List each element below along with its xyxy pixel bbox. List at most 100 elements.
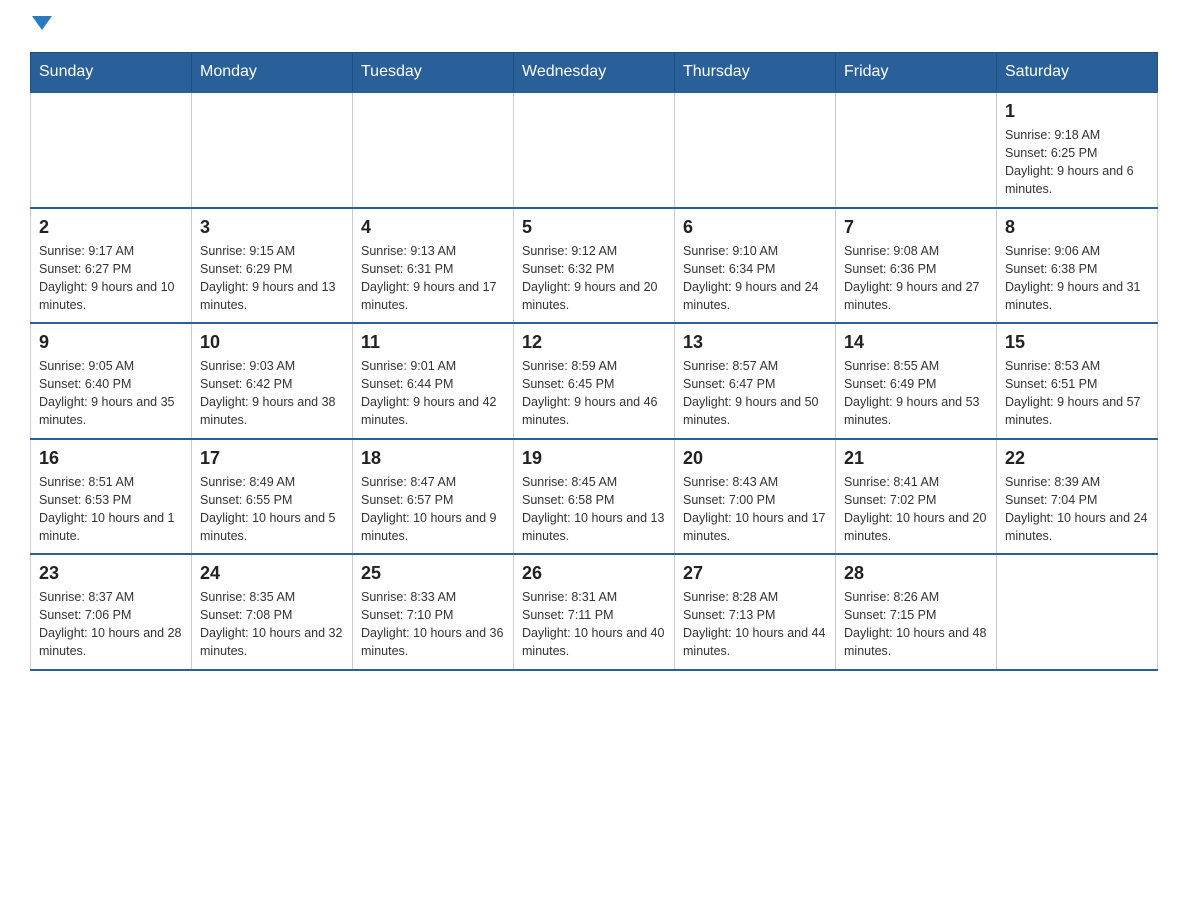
calendar-cell: 28Sunrise: 8:26 AMSunset: 7:15 PMDayligh… [836, 554, 997, 670]
day-number: 7 [844, 217, 988, 238]
calendar-cell [192, 92, 353, 208]
day-info: Sunrise: 9:12 AMSunset: 6:32 PMDaylight:… [522, 242, 666, 315]
calendar-cell: 13 Sunrise: 8:57 AMSunset: 6:47 PMDayligh… [675, 323, 836, 439]
calendar-table: SundayMondayTuesdayWednesdayThursdayFrid… [30, 52, 1158, 671]
day-number: 13 [683, 332, 827, 353]
calendar-cell [997, 554, 1158, 670]
day-number: 16 [39, 448, 183, 469]
day-info: Sunrise: 9:13 AMSunset: 6:31 PMDaylight:… [361, 242, 505, 315]
day-info: Sunrise: 8:33 AMSunset: 7:10 PMDaylight:… [361, 588, 505, 661]
calendar-cell: 18 Sunrise: 8:47 AMSunset: 6:57 PMDayligh… [353, 439, 514, 555]
day-info: Sunrise: 9:08 AMSunset: 6:36 PMDaylight:… [844, 242, 988, 315]
day-number: 28 [844, 563, 988, 584]
calendar-cell [31, 92, 192, 208]
page-header [30, 20, 1158, 34]
day-number: 5 [522, 217, 666, 238]
calendar-cell: 16 Sunrise: 8:51 AMSunset: 6:53 PMDayligh… [31, 439, 192, 555]
day-info: Sunrise: 8:28 AMSunset: 7:13 PMDaylight:… [683, 588, 827, 661]
day-number: 20 [683, 448, 827, 469]
calendar-cell [514, 92, 675, 208]
day-number: 17 [200, 448, 344, 469]
weekday-header-friday: Friday [836, 53, 997, 93]
day-info: Sunrise: 9:01 AMSunset: 6:44 PMDaylight:… [361, 357, 505, 430]
day-number: 2 [39, 217, 183, 238]
week-row-5: 23 Sunrise: 8:37 AMSunset: 7:06 PMDayligh… [31, 554, 1158, 670]
day-info: Sunrise: 8:37 AMSunset: 7:06 PMDaylight:… [39, 588, 183, 661]
day-number: 6 [683, 217, 827, 238]
calendar-cell: 14 Sunrise: 8:55 AMSunset: 6:49 PMDayligh… [836, 323, 997, 439]
day-number: 1 [1005, 101, 1149, 122]
weekday-header-wednesday: Wednesday [514, 53, 675, 93]
day-info: Sunrise: 9:03 AMSunset: 6:42 PMDaylight:… [200, 357, 344, 430]
day-info: Sunrise: 8:47 AMSunset: 6:57 PMDaylight:… [361, 473, 505, 546]
day-number: 12 [522, 332, 666, 353]
week-row-4: 16 Sunrise: 8:51 AMSunset: 6:53 PMDayligh… [31, 439, 1158, 555]
calendar-cell: 3Sunrise: 9:15 AMSunset: 6:29 PMDaylight… [192, 208, 353, 324]
day-number: 22 [1005, 448, 1149, 469]
day-number: 4 [361, 217, 505, 238]
day-info: Sunrise: 8:55 AMSunset: 6:49 PMDaylight:… [844, 357, 988, 430]
calendar-cell: 15 Sunrise: 8:53 AMSunset: 6:51 PMDayligh… [997, 323, 1158, 439]
calendar-cell: 17 Sunrise: 8:49 AMSunset: 6:55 PMDayligh… [192, 439, 353, 555]
day-number: 11 [361, 332, 505, 353]
day-number: 14 [844, 332, 988, 353]
day-info: Sunrise: 8:41 AMSunset: 7:02 PMDaylight:… [844, 473, 988, 546]
day-number: 27 [683, 563, 827, 584]
day-number: 21 [844, 448, 988, 469]
week-row-1: 1 Sunrise: 9:18 AMSunset: 6:25 PMDaylight… [31, 92, 1158, 208]
logo [30, 20, 52, 34]
weekday-header-row: SundayMondayTuesdayWednesdayThursdayFrid… [31, 53, 1158, 93]
day-info: Sunrise: 8:51 AMSunset: 6:53 PMDaylight:… [39, 473, 183, 546]
calendar-cell: 24 Sunrise: 8:35 AMSunset: 7:08 PMDayligh… [192, 554, 353, 670]
day-info: Sunrise: 9:06 AMSunset: 6:38 PMDaylight:… [1005, 242, 1149, 315]
logo-triangle-icon [32, 16, 52, 30]
calendar-cell: 22 Sunrise: 8:39 AMSunset: 7:04 PMDayligh… [997, 439, 1158, 555]
calendar-cell: 6 Sunrise: 9:10 AMSunset: 6:34 PMDaylight… [675, 208, 836, 324]
calendar-cell: 10 Sunrise: 9:03 AMSunset: 6:42 PMDayligh… [192, 323, 353, 439]
week-row-3: 9 Sunrise: 9:05 AMSunset: 6:40 PMDaylight… [31, 323, 1158, 439]
day-number: 10 [200, 332, 344, 353]
day-number: 23 [39, 563, 183, 584]
day-info: Sunrise: 8:39 AMSunset: 7:04 PMDaylight:… [1005, 473, 1149, 546]
day-info: Sunrise: 9:10 AMSunset: 6:34 PMDaylight:… [683, 242, 827, 315]
day-number: 25 [361, 563, 505, 584]
day-number: 15 [1005, 332, 1149, 353]
weekday-header-tuesday: Tuesday [353, 53, 514, 93]
day-info: Sunrise: 8:49 AMSunset: 6:55 PMDaylight:… [200, 473, 344, 546]
day-info: Sunrise: 8:35 AMSunset: 7:08 PMDaylight:… [200, 588, 344, 661]
day-info: Sunrise: 8:57 AMSunset: 6:47 PMDaylight:… [683, 357, 827, 430]
calendar-cell: 7 Sunrise: 9:08 AMSunset: 6:36 PMDaylight… [836, 208, 997, 324]
calendar-cell: 23 Sunrise: 8:37 AMSunset: 7:06 PMDayligh… [31, 554, 192, 670]
day-info: Sunrise: 9:18 AMSunset: 6:25 PMDaylight:… [1005, 126, 1149, 199]
calendar-cell [836, 92, 997, 208]
calendar-cell: 21 Sunrise: 8:41 AMSunset: 7:02 PMDayligh… [836, 439, 997, 555]
calendar-cell: 8 Sunrise: 9:06 AMSunset: 6:38 PMDaylight… [997, 208, 1158, 324]
calendar-cell: 4 Sunrise: 9:13 AMSunset: 6:31 PMDaylight… [353, 208, 514, 324]
day-info: Sunrise: 9:17 AMSunset: 6:27 PMDaylight:… [39, 242, 183, 315]
day-number: 18 [361, 448, 505, 469]
calendar-cell: 25 Sunrise: 8:33 AMSunset: 7:10 PMDayligh… [353, 554, 514, 670]
day-number: 26 [522, 563, 666, 584]
day-info: Sunrise: 9:05 AMSunset: 6:40 PMDaylight:… [39, 357, 183, 430]
day-number: 8 [1005, 217, 1149, 238]
week-row-2: 2 Sunrise: 9:17 AMSunset: 6:27 PMDaylight… [31, 208, 1158, 324]
calendar-cell: 11 Sunrise: 9:01 AMSunset: 6:44 PMDayligh… [353, 323, 514, 439]
day-info: Sunrise: 8:43 AMSunset: 7:00 PMDaylight:… [683, 473, 827, 546]
calendar-cell: 27 Sunrise: 8:28 AMSunset: 7:13 PMDayligh… [675, 554, 836, 670]
day-info: Sunrise: 8:59 AMSunset: 6:45 PMDaylight:… [522, 357, 666, 430]
calendar-cell: 26 Sunrise: 8:31 AMSunset: 7:11 PMDayligh… [514, 554, 675, 670]
calendar-cell [675, 92, 836, 208]
weekday-header-thursday: Thursday [675, 53, 836, 93]
calendar-cell: 20 Sunrise: 8:43 AMSunset: 7:00 PMDayligh… [675, 439, 836, 555]
day-number: 9 [39, 332, 183, 353]
day-number: 19 [522, 448, 666, 469]
calendar-cell: 12 Sunrise: 8:59 AMSunset: 6:45 PMDayligh… [514, 323, 675, 439]
day-info: Sunrise: 9:15 AMSunset: 6:29 PMDaylight:… [200, 242, 344, 315]
calendar-cell [353, 92, 514, 208]
day-info: Sunrise: 8:53 AMSunset: 6:51 PMDaylight:… [1005, 357, 1149, 430]
weekday-header-sunday: Sunday [31, 53, 192, 93]
day-info: Sunrise: 8:31 AMSunset: 7:11 PMDaylight:… [522, 588, 666, 661]
calendar-cell: 19 Sunrise: 8:45 AMSunset: 6:58 PMDayligh… [514, 439, 675, 555]
day-number: 24 [200, 563, 344, 584]
day-info: Sunrise: 8:45 AMSunset: 6:58 PMDaylight:… [522, 473, 666, 546]
